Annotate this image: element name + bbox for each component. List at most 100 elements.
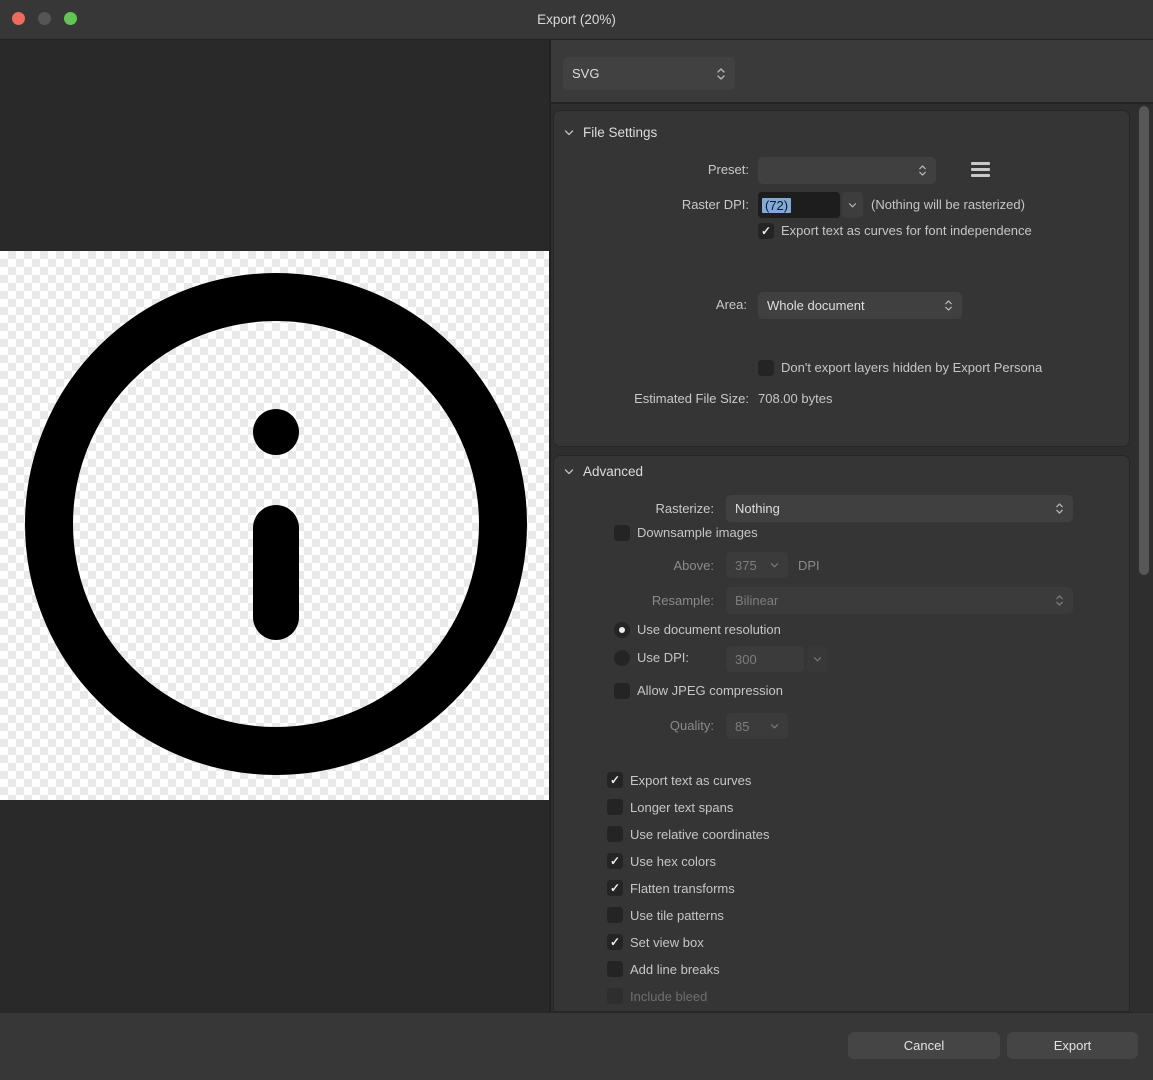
area-label: Area: <box>554 297 747 313</box>
option-label: Use relative coordinates <box>630 827 769 842</box>
rasterize-select-value: Nothing <box>735 501 1055 516</box>
chevron-up-down-icon <box>944 298 953 313</box>
preset-menu-icon[interactable] <box>971 162 990 177</box>
cancel-button[interactable]: Cancel <box>848 1032 1000 1059</box>
advanced-section: Advanced Rasterize: Nothing ✓ Downsample… <box>553 455 1130 1012</box>
option-row[interactable]: ✓ Longer text spans <box>607 799 769 815</box>
jpeg-compression-checkbox-row[interactable]: ✓ Allow JPEG compression <box>614 683 783 699</box>
use-dpi-select: 300 <box>726 646 804 672</box>
area-select-value: Whole document <box>767 298 944 313</box>
above-dpi-value: 375 <box>735 558 770 573</box>
checkbox[interactable]: ✓ <box>758 360 774 376</box>
checkbox[interactable]: ✓ <box>607 880 623 896</box>
checkbox: ✓ <box>607 988 623 1004</box>
chevron-down-icon <box>564 129 574 137</box>
rasterize-label: Rasterize: <box>554 501 714 517</box>
chevron-down-icon <box>770 723 779 730</box>
option-label: Add line breaks <box>630 962 720 977</box>
chevron-down-icon <box>564 468 574 476</box>
checkmark-icon: ✓ <box>610 774 620 786</box>
resample-select-value: Bilinear <box>735 593 1055 608</box>
option-row[interactable]: ✓ Flatten transforms <box>607 880 769 896</box>
checkbox-label: Downsample images <box>637 525 758 541</box>
use-dpi-radio-row[interactable]: Use DPI: <box>614 650 689 666</box>
option-label: Set view box <box>630 935 704 950</box>
use-dpi-dropdown-button <box>807 646 827 672</box>
option-label: Flatten transforms <box>630 881 735 896</box>
section-title: Advanced <box>583 464 643 479</box>
use-dpi-value: 300 <box>735 652 795 667</box>
title-bar: Export (20%) <box>0 0 1153 40</box>
checkbox-label: Export text as curves for font independe… <box>781 223 1032 239</box>
estimated-size-value: 708.00 bytes <box>758 391 832 407</box>
quality-label: Quality: <box>554 718 714 734</box>
hidden-layers-checkbox-row[interactable]: ✓ Don't export layers hidden by Export P… <box>758 360 1042 376</box>
raster-dpi-note: (Nothing will be rasterized) <box>871 197 1025 213</box>
checkmark-icon: ✓ <box>610 936 620 948</box>
raster-dpi-input[interactable]: (72) <box>758 192 840 218</box>
resample-label: Resample: <box>554 593 714 609</box>
checkmark-icon: ✓ <box>610 882 620 894</box>
chevron-down-icon <box>770 562 779 569</box>
rasterize-select[interactable]: Nothing <box>726 495 1073 522</box>
dialog-footer: Cancel Export <box>0 1012 1153 1080</box>
checkbox[interactable]: ✓ <box>607 934 623 950</box>
checkbox[interactable]: ✓ <box>607 772 623 788</box>
chevron-up-down-icon <box>918 163 927 178</box>
option-label: Longer text spans <box>630 800 733 815</box>
radio-label: Use document resolution <box>637 622 781 638</box>
curves-font-independence-checkbox-row[interactable]: ✓ Export text as curves for font indepen… <box>758 223 1032 239</box>
raster-dpi-dropdown-button[interactable] <box>842 192 863 218</box>
radio-button[interactable] <box>614 650 630 666</box>
checkbox[interactable]: ✓ <box>607 826 623 842</box>
export-button[interactable]: Export <box>1007 1032 1138 1059</box>
preset-select[interactable] <box>758 157 936 184</box>
use-document-resolution-radio-row[interactable]: Use document resolution <box>614 622 781 638</box>
checkbox-label: Allow JPEG compression <box>637 683 783 699</box>
above-dpi-unit: DPI <box>798 558 820 574</box>
checkbox[interactable]: ✓ <box>607 961 623 977</box>
file-settings-section: File Settings Preset: Raster DPI: (72) (… <box>553 110 1130 447</box>
area-select[interactable]: Whole document <box>758 292 962 319</box>
checkbox[interactable]: ✓ <box>614 683 630 699</box>
checkbox[interactable]: ✓ <box>614 525 630 541</box>
option-label: Include bleed <box>630 989 707 1004</box>
estimated-size-label: Estimated File Size: <box>554 391 749 407</box>
raster-dpi-input-value: (72) <box>762 198 791 213</box>
checkmark-icon: ✓ <box>610 855 620 867</box>
option-row[interactable]: ✓ Export text as curves <box>607 772 769 788</box>
document-preview-canvas <box>0 251 549 800</box>
checkbox-label: Don't export layers hidden by Export Per… <box>781 360 1042 376</box>
scrollbar-thumb[interactable] <box>1139 106 1149 575</box>
option-row[interactable]: ✓ Add line breaks <box>607 961 769 977</box>
format-select[interactable]: SVG <box>563 57 735 90</box>
above-label: Above: <box>554 558 714 574</box>
checkbox[interactable]: ✓ <box>607 799 623 815</box>
format-bar: SVG <box>551 40 1153 104</box>
radio-dot <box>619 627 625 633</box>
above-dpi-select: 375 <box>726 552 788 578</box>
option-row[interactable]: ✓ Use tile patterns <box>607 907 769 923</box>
info-icon-artwork <box>0 251 549 800</box>
checkbox[interactable]: ✓ <box>607 853 623 869</box>
checkbox[interactable]: ✓ <box>607 907 623 923</box>
preset-label: Preset: <box>554 162 749 178</box>
resample-select: Bilinear <box>726 587 1073 614</box>
downsample-checkbox-row[interactable]: ✓ Downsample images <box>614 525 758 541</box>
option-label: Use tile patterns <box>630 908 724 923</box>
checkbox[interactable]: ✓ <box>758 223 774 239</box>
option-row: ✓ Include bleed <box>607 988 769 1004</box>
svg-options-list: ✓ Export text as curves ✓ Longer text spans… <box>607 772 769 1004</box>
advanced-header[interactable]: Advanced <box>564 464 643 479</box>
option-row[interactable]: ✓ Use relative coordinates <box>607 826 769 842</box>
quality-select: 85 <box>726 713 788 739</box>
radio-button[interactable] <box>614 622 630 638</box>
option-label: Export text as curves <box>630 773 751 788</box>
format-select-value: SVG <box>572 66 716 81</box>
chevron-up-down-icon <box>716 66 726 82</box>
option-row[interactable]: ✓ Set view box <box>607 934 769 950</box>
option-row[interactable]: ✓Use hex colors <box>607 853 769 869</box>
file-settings-header[interactable]: File Settings <box>564 125 657 140</box>
checkmark-icon: ✓ <box>761 225 771 237</box>
window-title: Export (20%) <box>0 0 1153 40</box>
